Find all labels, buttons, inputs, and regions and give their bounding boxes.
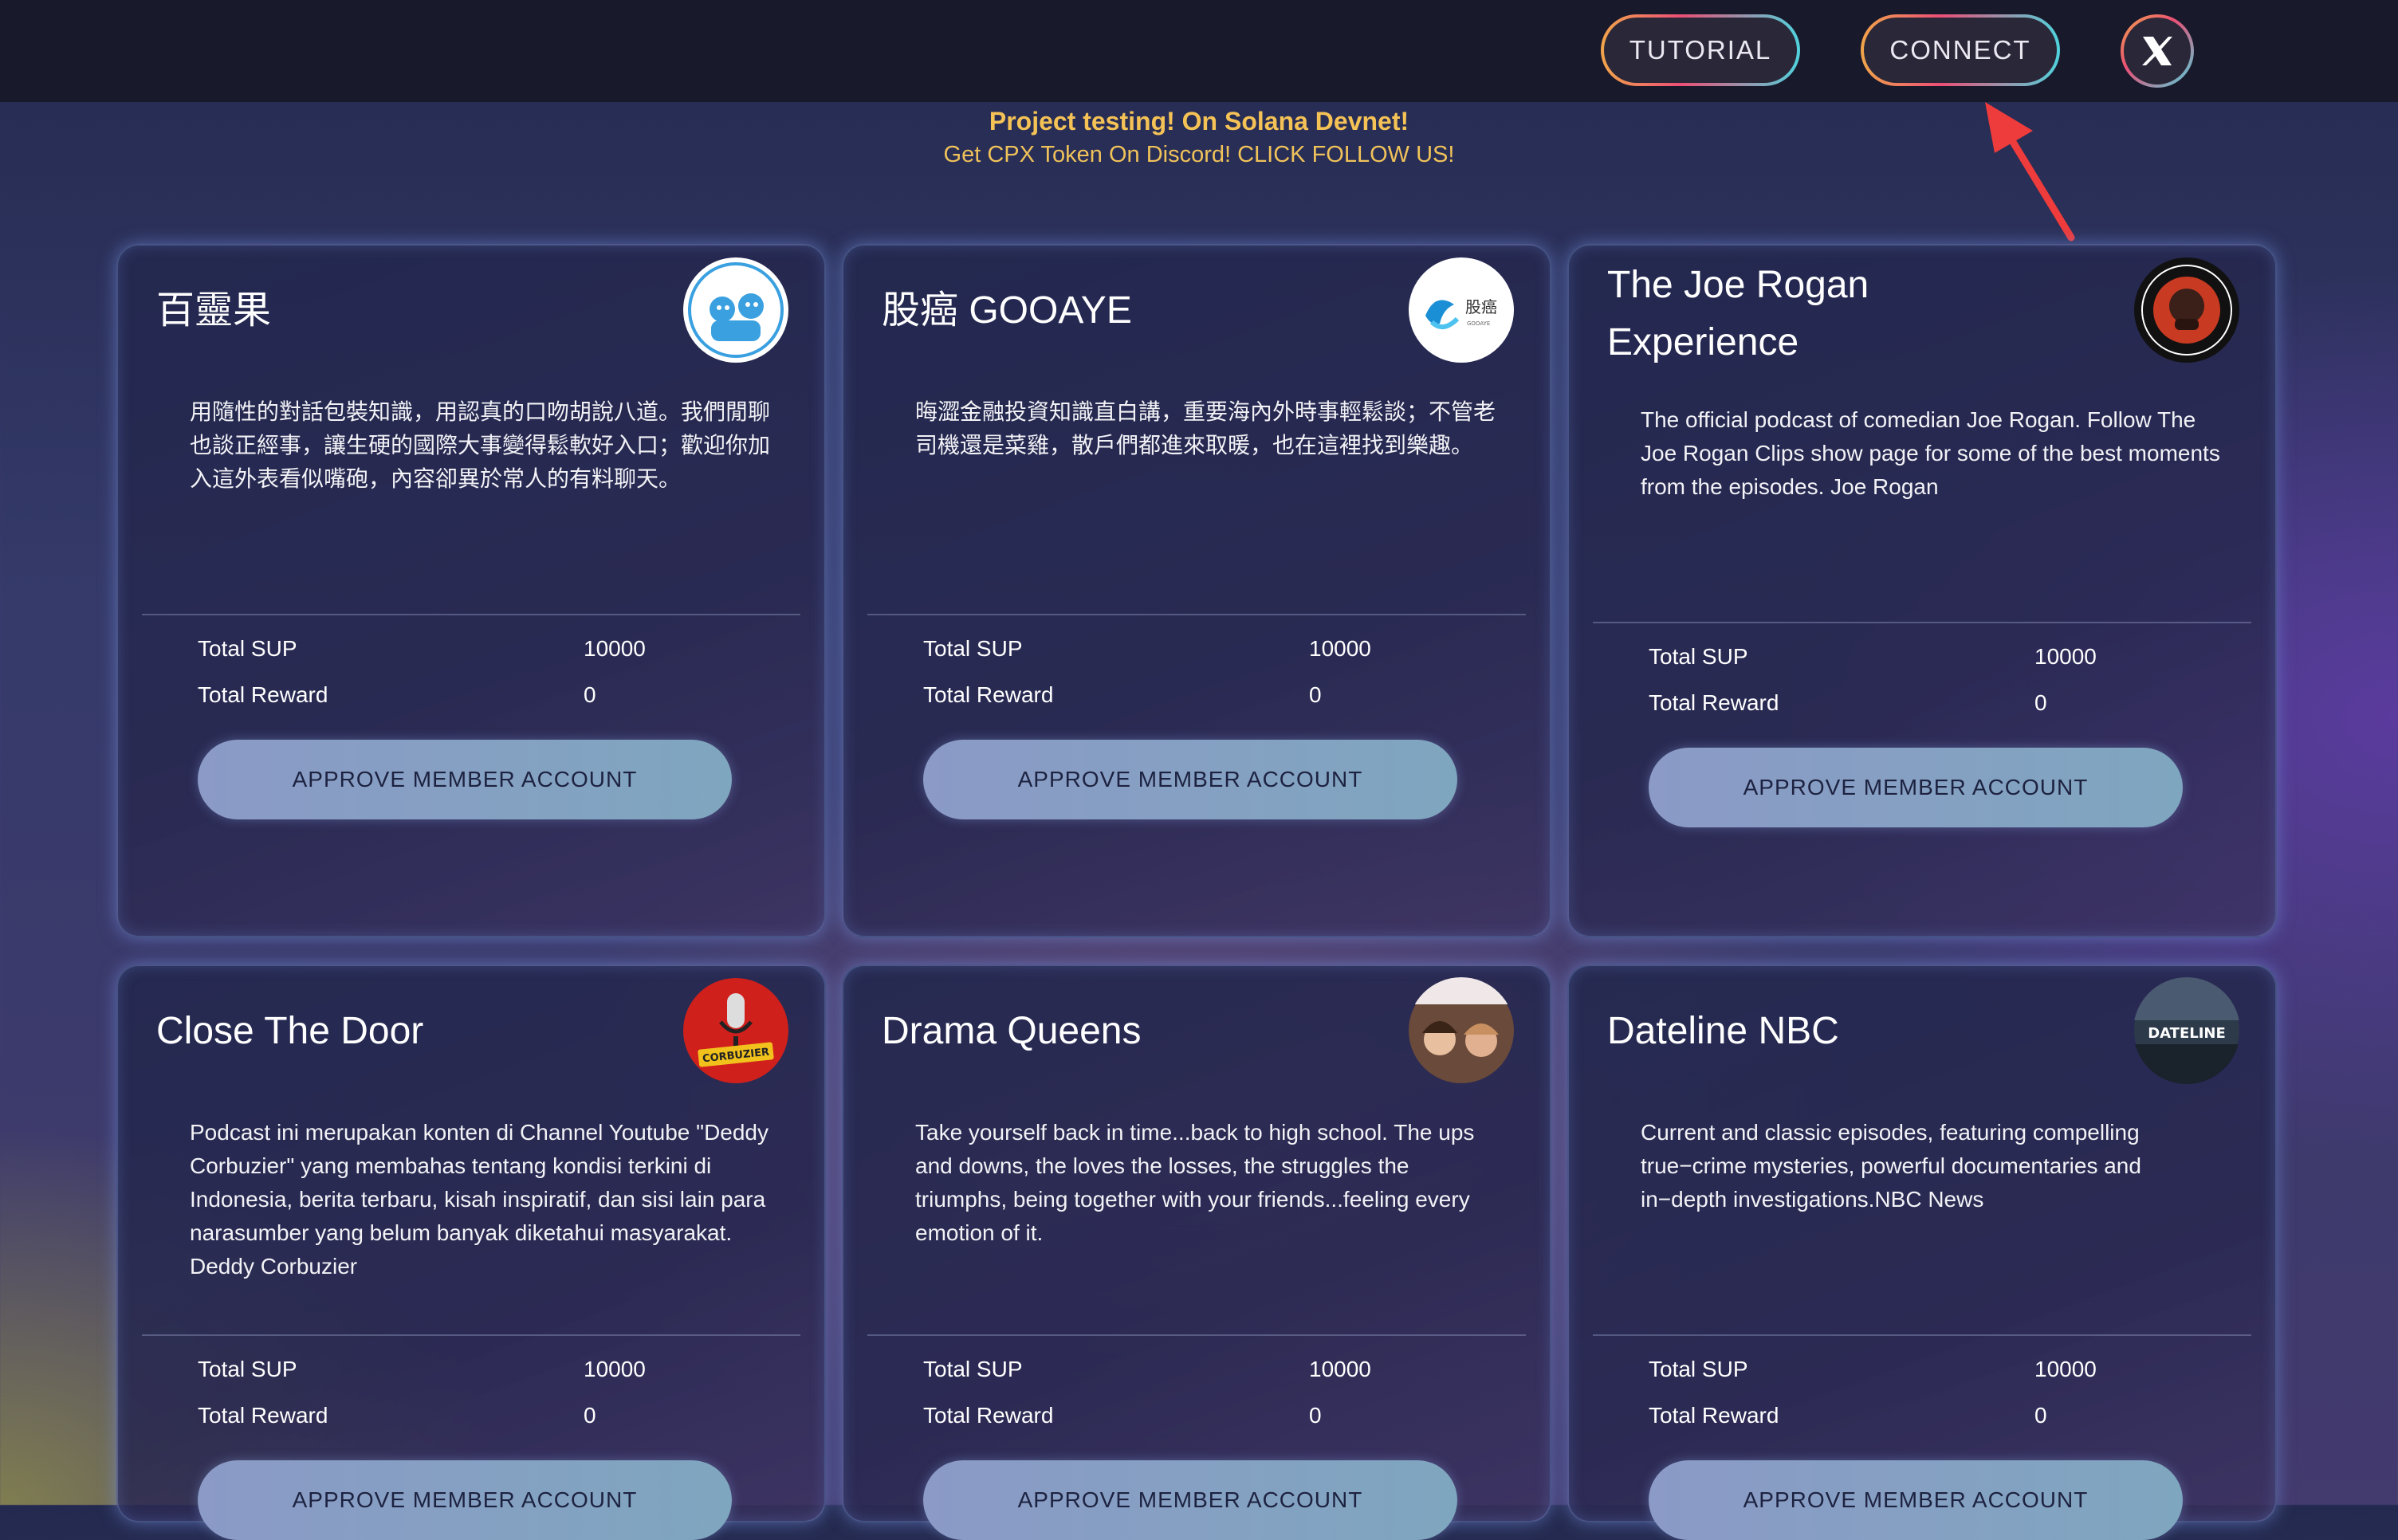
podcast-logo-icon bbox=[1408, 977, 1515, 1084]
card-title: 百靈果 bbox=[156, 289, 272, 332]
total-reward-value: 0 bbox=[584, 1403, 596, 1428]
banner-title: Project testing! On Solana Devnet! bbox=[989, 107, 1409, 136]
x-logo-icon bbox=[2142, 37, 2172, 65]
banner-link[interactable]: Get CPX Token On Discord! CLICK FOLLOW U… bbox=[0, 142, 2398, 168]
total-reward-value: 0 bbox=[1309, 682, 1322, 707]
divider bbox=[1593, 1334, 2251, 1336]
approve-member-button[interactable]: APPROVE MEMBER ACCOUNT bbox=[923, 740, 1457, 819]
logo-text: DATELINE bbox=[2148, 1025, 2226, 1042]
total-reward-label: Total Reward bbox=[1649, 690, 1779, 715]
card-description: Podcast ini merupakan konten di Channel … bbox=[190, 1120, 769, 1279]
divider bbox=[867, 1334, 1526, 1336]
card-description: Current and classic episodes, featuring … bbox=[1641, 1120, 2141, 1212]
total-sup-value: 10000 bbox=[1309, 1357, 1371, 1381]
podcast-card: 股癌 GOOAYE 股癌 GOOAYE 晦澀金融投資知識直白講，重要海內外時事輕… bbox=[842, 244, 1551, 937]
divider bbox=[142, 1334, 800, 1336]
podcast-logo-icon: CORBUZIER bbox=[682, 977, 789, 1084]
podcast-card: The Joe Rogan Experience The official po… bbox=[1567, 244, 2277, 937]
total-sup-value: 10000 bbox=[1309, 636, 1371, 661]
podcast-card: Close The Door CORBUZIER Podcast ini mer… bbox=[116, 964, 826, 1540]
connect-button-label: CONNECT bbox=[1864, 18, 2057, 83]
card-title: Drama Queens bbox=[882, 1010, 1142, 1052]
podcast-logo-icon: DATELINE bbox=[2133, 977, 2240, 1084]
connect-button[interactable]: CONNECT bbox=[1861, 14, 2060, 86]
podcast-logo-icon bbox=[682, 257, 789, 363]
total-reward-value: 0 bbox=[584, 682, 596, 707]
tutorial-button[interactable]: TUTORIAL bbox=[1601, 14, 1800, 86]
approve-member-button[interactable]: APPROVE MEMBER ACCOUNT bbox=[1649, 748, 2183, 827]
logo-text: 股癌 bbox=[1465, 297, 1497, 316]
total-sup-label: Total SUP bbox=[198, 1357, 297, 1381]
divider bbox=[867, 614, 1526, 615]
x-social-button[interactable] bbox=[2121, 14, 2194, 88]
tutorial-button-label: TUTORIAL bbox=[1604, 18, 1797, 83]
total-reward-value: 0 bbox=[2034, 690, 2047, 715]
podcast-logo-icon: 股癌 GOOAYE bbox=[1408, 257, 1515, 363]
approve-member-button[interactable]: APPROVE MEMBER ACCOUNT bbox=[1649, 1460, 2183, 1540]
podcast-card: 百靈果 用隨性的對話包裝知識，用認真的口吻胡說八道。我們閒聊也談正經事，讓生硬的… bbox=[116, 244, 826, 937]
card-description: Take yourself back in time...back to hig… bbox=[915, 1120, 1475, 1245]
approve-member-button[interactable]: APPROVE MEMBER ACCOUNT bbox=[198, 740, 732, 819]
total-sup-label: Total SUP bbox=[923, 636, 1023, 661]
total-sup-value: 10000 bbox=[584, 636, 646, 661]
total-reward-label: Total Reward bbox=[198, 682, 328, 707]
total-reward-label: Total Reward bbox=[1649, 1403, 1779, 1428]
podcast-card: Dateline NBC DATELINE Current and classi… bbox=[1567, 964, 2277, 1540]
card-title: Dateline NBC bbox=[1607, 1010, 1839, 1052]
total-reward-value: 0 bbox=[2034, 1403, 2047, 1428]
total-sup-value: 10000 bbox=[2034, 644, 2097, 669]
card-title: 股癌 GOOAYE bbox=[882, 289, 1132, 332]
total-sup-label: Total SUP bbox=[1649, 1357, 1748, 1381]
card-title: The Joe Rogan Experience bbox=[1607, 264, 1869, 363]
total-reward-value: 0 bbox=[1309, 1403, 1322, 1428]
total-reward-label: Total Reward bbox=[198, 1403, 328, 1428]
card-description: 用隨性的對話包裝知識，用認真的口吻胡說八道。我們閒聊也談正經事，讓生硬的國際大事… bbox=[190, 399, 771, 491]
card-description: 晦澀金融投資知識直白講，重要海內外時事輕鬆談；不管老司機還是菜雞，散戶們都進來取… bbox=[915, 399, 1496, 458]
total-reward-label: Total Reward bbox=[923, 1403, 1054, 1428]
total-sup-label: Total SUP bbox=[198, 636, 297, 661]
divider bbox=[1593, 622, 2251, 623]
approve-member-button[interactable]: APPROVE MEMBER ACCOUNT bbox=[198, 1460, 732, 1540]
logo-subtext: GOOAYE bbox=[1467, 320, 1490, 327]
total-sup-label: Total SUP bbox=[923, 1357, 1023, 1381]
total-sup-value: 10000 bbox=[2034, 1357, 2097, 1381]
total-sup-value: 10000 bbox=[584, 1357, 646, 1381]
podcast-card: Drama Queens Take yourself back in time.… bbox=[842, 964, 1551, 1540]
podcast-logo-icon bbox=[2133, 257, 2240, 363]
total-reward-label: Total Reward bbox=[923, 682, 1054, 707]
card-description: The official podcast of comedian Joe Rog… bbox=[1641, 407, 2220, 499]
total-sup-label: Total SUP bbox=[1649, 644, 1748, 669]
approve-member-button[interactable]: APPROVE MEMBER ACCOUNT bbox=[923, 1460, 1457, 1540]
card-title: Close The Door bbox=[156, 1010, 424, 1052]
divider bbox=[142, 614, 800, 615]
